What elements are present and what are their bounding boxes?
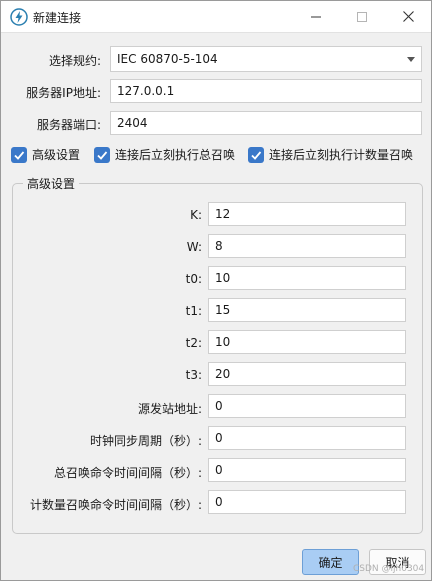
title-bar: 新建连接	[1, 1, 431, 33]
advanced-checkbox[interactable]: 高级设置	[11, 146, 80, 163]
checkbox-label: 连接后立刻执行计数量召唤	[269, 148, 414, 162]
chevron-down-icon	[407, 57, 415, 62]
clock-sync-input[interactable]: 0	[208, 426, 406, 450]
clock-sync-label: 时钟同步周期（秒）:	[89, 434, 202, 448]
t0-label: t0:	[185, 272, 202, 286]
k-input[interactable]: 12	[208, 202, 406, 226]
checkbox-label: 高级设置	[32, 148, 81, 162]
minimize-icon	[311, 16, 321, 17]
ip-input[interactable]: 127.0.0.1	[110, 79, 422, 103]
maximize-button[interactable]	[339, 1, 385, 32]
checkmark-icon	[94, 146, 110, 163]
general-interval-label: 总召唤命令时间间隔（秒）:	[53, 466, 202, 480]
checkmark-icon	[248, 146, 264, 163]
watermark: CSDN @ljh0304	[353, 564, 425, 574]
minimize-button[interactable]	[293, 1, 339, 32]
w-label: W:	[186, 240, 202, 254]
t1-label: t1:	[185, 304, 202, 318]
dialog-window: 新建连接 选择规约: IEC 60870-5-104 服务器IP地址: 127.…	[0, 0, 432, 581]
port-label: 服务器端口:	[36, 118, 101, 132]
w-input[interactable]: 8	[208, 234, 406, 258]
source-address-input[interactable]: 0	[208, 394, 406, 418]
counter-interval-input[interactable]: 0	[208, 490, 406, 514]
protocol-select[interactable]: IEC 60870-5-104	[110, 46, 422, 72]
checkbox-label: 连接后立刻执行总召唤	[115, 148, 236, 162]
lightning-icon	[10, 8, 28, 26]
t1-input[interactable]: 15	[208, 298, 406, 322]
close-button[interactable]	[385, 1, 431, 32]
protocol-value: IEC 60870-5-104	[117, 52, 218, 66]
protocol-label: 选择规约:	[48, 54, 101, 68]
t2-input[interactable]: 10	[208, 330, 406, 354]
maximize-icon	[357, 11, 367, 22]
counter-interrogation-checkbox[interactable]: 连接后立刻执行计数量召唤	[248, 146, 413, 163]
t0-input[interactable]: 10	[208, 266, 406, 290]
window-title: 新建连接	[33, 11, 82, 25]
k-label: K:	[190, 208, 202, 222]
group-title: 高级设置	[23, 175, 80, 192]
port-input[interactable]: 2404	[110, 111, 422, 135]
general-interrogation-checkbox[interactable]: 连接后立刻执行总召唤	[94, 146, 235, 163]
t2-label: t2:	[185, 336, 202, 350]
source-address-label: 源发站地址:	[137, 402, 202, 416]
t3-label: t3:	[185, 368, 202, 382]
checkmark-icon	[11, 146, 27, 163]
close-icon	[402, 11, 414, 22]
counter-interval-label: 计数量召唤命令时间间隔（秒）:	[29, 498, 202, 512]
t3-input[interactable]: 20	[208, 362, 406, 386]
general-interval-input[interactable]: 0	[208, 458, 406, 482]
ip-label: 服务器IP地址:	[26, 86, 101, 100]
ok-button[interactable]: 确定	[302, 549, 359, 575]
